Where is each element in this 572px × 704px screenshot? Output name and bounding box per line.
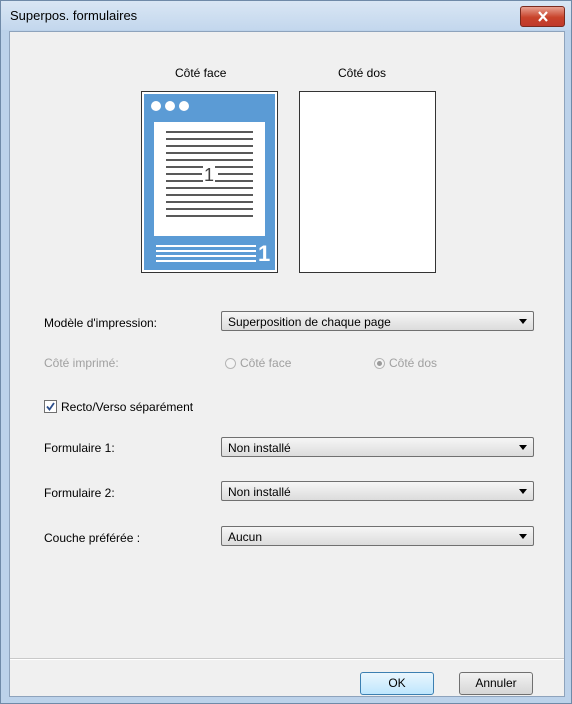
page-number-center: 1: [203, 165, 216, 186]
ok-button[interactable]: OK: [360, 672, 434, 695]
preferred-layer-value: Aucun: [228, 530, 263, 544]
form2-dropdown[interactable]: Non installé: [221, 481, 534, 501]
preferred-layer-label: Couche préférée :: [44, 531, 141, 545]
chevron-down-icon: [519, 534, 527, 539]
footer-separator: [10, 658, 564, 660]
print-model-label: Modèle d'impression:: [44, 316, 158, 330]
front-page-frame: 1 1: [144, 94, 275, 270]
close-icon: [537, 11, 548, 22]
form2-label: Formulaire 2:: [44, 486, 115, 500]
title-bar[interactable]: Superpos. formulaires: [1, 1, 571, 30]
back-side-label: Côté dos: [338, 66, 387, 80]
dialog-content: Côté face Côté dos 1 1 Modèle d'impressi…: [9, 31, 565, 697]
radio-selected-dot: [377, 361, 382, 366]
preferred-layer-dropdown[interactable]: Aucun: [221, 526, 534, 546]
form1-label: Formulaire 1:: [44, 441, 115, 455]
print-model-dropdown[interactable]: Superposition de chaque page: [221, 311, 534, 331]
chevron-down-icon: [519, 319, 527, 324]
form1-value: Non installé: [228, 441, 291, 455]
chevron-down-icon: [519, 489, 527, 494]
cancel-button[interactable]: Annuler: [459, 672, 533, 695]
printed-side-label: Côté imprimé:: [44, 356, 119, 370]
chevron-down-icon: [519, 445, 527, 450]
front-page-preview: 1 1: [141, 91, 278, 273]
radio-front-side-label: Côté face: [240, 356, 292, 370]
front-side-label: Côté face: [175, 66, 227, 80]
page-number-corner: 1: [258, 241, 271, 266]
radio-front-side[interactable]: [225, 358, 236, 369]
form1-dropdown[interactable]: Non installé: [221, 437, 534, 457]
close-button[interactable]: [520, 6, 565, 27]
form2-value: Non installé: [228, 485, 291, 499]
checkmark-icon: [46, 402, 55, 411]
print-model-value: Superposition de chaque page: [228, 315, 391, 329]
radio-back-side[interactable]: [374, 358, 385, 369]
duplex-separately-checkbox[interactable]: [44, 400, 57, 413]
dialog-window: Superpos. formulaires Côté face Côté dos: [0, 0, 572, 704]
radio-back-side-label: Côté dos: [389, 356, 438, 370]
duplex-separately-label: Recto/Verso séparément: [61, 400, 194, 414]
window-title: Superpos. formulaires: [10, 8, 138, 23]
back-page-preview: [299, 91, 436, 273]
